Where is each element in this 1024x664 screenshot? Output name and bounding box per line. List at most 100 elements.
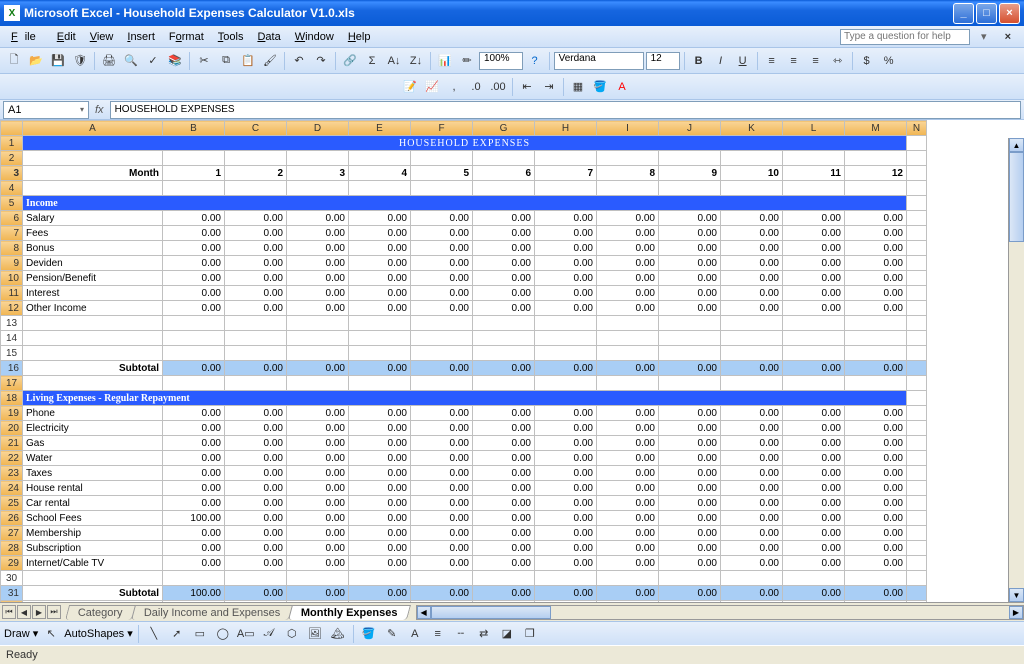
row-header[interactable]: 12 — [1, 301, 23, 316]
month-cell[interactable]: 6 — [473, 166, 535, 181]
data-cell[interactable]: 0.00 — [411, 451, 473, 466]
font-color2-icon[interactable]: A — [405, 624, 425, 644]
column-header[interactable]: D — [287, 121, 349, 136]
data-cell[interactable]: 0.00 — [535, 406, 597, 421]
percent-icon[interactable]: % — [879, 51, 899, 71]
data-cell[interactable]: 0.00 — [659, 526, 721, 541]
data-cell[interactable]: 0.00 — [535, 286, 597, 301]
subtotal-cell[interactable]: 0.00 — [721, 361, 783, 376]
picture-icon[interactable]: 🏔 — [328, 624, 348, 644]
data-cell[interactable]: 0.00 — [535, 556, 597, 571]
data-cell[interactable]: 0.00 — [721, 211, 783, 226]
data-cell[interactable]: 0.00 — [659, 226, 721, 241]
data-cell[interactable]: 0.00 — [473, 286, 535, 301]
data-cell[interactable]: 0.00 — [349, 256, 411, 271]
data-cell[interactable]: 0.00 — [287, 526, 349, 541]
chart-icon[interactable]: 📊 — [435, 51, 455, 71]
data-cell[interactable]: 0.00 — [225, 421, 287, 436]
column-header[interactable]: F — [411, 121, 473, 136]
column-header[interactable]: J — [659, 121, 721, 136]
row-header[interactable]: 21 — [1, 436, 23, 451]
data-cell[interactable]: 0.00 — [783, 481, 845, 496]
row-header[interactable]: 31 — [1, 586, 23, 601]
month-cell[interactable]: 8 — [597, 166, 659, 181]
line-style-icon[interactable]: ≡ — [428, 624, 448, 644]
data-cell[interactable]: 0.00 — [783, 436, 845, 451]
open-icon[interactable]: 📂 — [26, 51, 46, 71]
italic-icon[interactable]: I — [711, 51, 731, 71]
data-cell[interactable]: 0.00 — [349, 286, 411, 301]
3d-icon[interactable]: ❒ — [520, 624, 540, 644]
dec-dec-icon[interactable]: .00 — [488, 77, 508, 97]
select-icon[interactable]: ↖ — [41, 624, 61, 644]
data-cell[interactable]: 0.00 — [721, 511, 783, 526]
data-cell[interactable]: 0.00 — [783, 496, 845, 511]
data-cell[interactable]: 0.00 — [473, 451, 535, 466]
data-cell[interactable]: 0.00 — [597, 556, 659, 571]
data-cell[interactable]: 0.00 — [597, 511, 659, 526]
data-cell[interactable]: 0.00 — [721, 226, 783, 241]
data-cell[interactable]: 0.00 — [783, 256, 845, 271]
column-header[interactable]: C — [225, 121, 287, 136]
data-cell[interactable]: 0.00 — [349, 526, 411, 541]
data-cell[interactable]: 0.00 — [721, 286, 783, 301]
data-cell[interactable]: 0.00 — [845, 241, 907, 256]
copy-icon[interactable]: ⧉ — [216, 51, 236, 71]
data-cell[interactable]: 0.00 — [163, 526, 225, 541]
subtotal-cell[interactable]: 0.00 — [845, 361, 907, 376]
data-cell[interactable]: 0.00 — [659, 406, 721, 421]
chart2-icon[interactable]: 📈 — [422, 77, 442, 97]
data-cell[interactable]: 0.00 — [287, 466, 349, 481]
data-cell[interactable]: 0.00 — [349, 406, 411, 421]
row-header[interactable]: 14 — [1, 331, 23, 346]
data-cell[interactable]: 0.00 — [597, 421, 659, 436]
row-header[interactable]: 27 — [1, 526, 23, 541]
data-cell[interactable]: 0.00 — [163, 466, 225, 481]
borders-icon[interactable]: ▦ — [568, 77, 588, 97]
autosum-icon[interactable]: Σ — [362, 51, 382, 71]
month-cell[interactable]: 12 — [845, 166, 907, 181]
row-header[interactable]: 4 — [1, 181, 23, 196]
subtotal-cell[interactable]: 0.00 — [535, 586, 597, 601]
menu-format[interactable]: Format — [162, 29, 211, 45]
data-cell[interactable]: 0.00 — [659, 481, 721, 496]
line-color-icon[interactable]: ✎ — [382, 624, 402, 644]
data-cell[interactable]: 0.00 — [845, 436, 907, 451]
autoshapes-menu[interactable]: AutoShapes ▾ — [64, 627, 133, 640]
cut-icon[interactable]: ✂ — [194, 51, 214, 71]
font-color-icon[interactable]: A — [612, 77, 632, 97]
data-cell[interactable]: 0.00 — [349, 421, 411, 436]
textbox-icon[interactable]: A▭ — [236, 624, 256, 644]
subtotal-cell[interactable]: 0.00 — [473, 361, 535, 376]
data-cell[interactable]: 0.00 — [287, 451, 349, 466]
data-cell[interactable]: 0.00 — [597, 526, 659, 541]
row-header[interactable]: 28 — [1, 541, 23, 556]
rect-icon[interactable]: ▭ — [190, 624, 210, 644]
row-header[interactable]: 25 — [1, 496, 23, 511]
fill2-icon[interactable]: 🪣 — [359, 624, 379, 644]
data-cell[interactable]: 0.00 — [845, 226, 907, 241]
column-header[interactable]: B — [163, 121, 225, 136]
size-select[interactable]: 12 — [646, 52, 680, 70]
data-cell[interactable]: 0.00 — [597, 496, 659, 511]
menu-window[interactable]: Window — [288, 29, 341, 45]
data-cell[interactable]: 0.00 — [597, 301, 659, 316]
data-cell[interactable]: 0.00 — [287, 556, 349, 571]
data-cell[interactable]: 0.00 — [287, 256, 349, 271]
data-cell[interactable]: 0.00 — [845, 286, 907, 301]
data-cell[interactable]: 0.00 — [349, 541, 411, 556]
subtotal-cell[interactable]: 100.00 — [163, 586, 225, 601]
data-cell[interactable]: 0.00 — [349, 301, 411, 316]
data-cell[interactable]: 0.00 — [163, 226, 225, 241]
data-cell[interactable]: 0.00 — [535, 301, 597, 316]
data-cell[interactable]: 0.00 — [659, 466, 721, 481]
tab-next-icon[interactable]: ▶ — [32, 605, 46, 619]
data-cell[interactable]: 0.00 — [287, 301, 349, 316]
data-cell[interactable]: 0.00 — [473, 256, 535, 271]
data-cell[interactable]: 0.00 — [721, 436, 783, 451]
row-header[interactable]: 2 — [1, 151, 23, 166]
data-cell[interactable]: 100.00 — [163, 511, 225, 526]
data-cell[interactable]: 0.00 — [225, 451, 287, 466]
data-cell[interactable]: 0.00 — [659, 286, 721, 301]
save-icon[interactable]: 💾 — [48, 51, 68, 71]
